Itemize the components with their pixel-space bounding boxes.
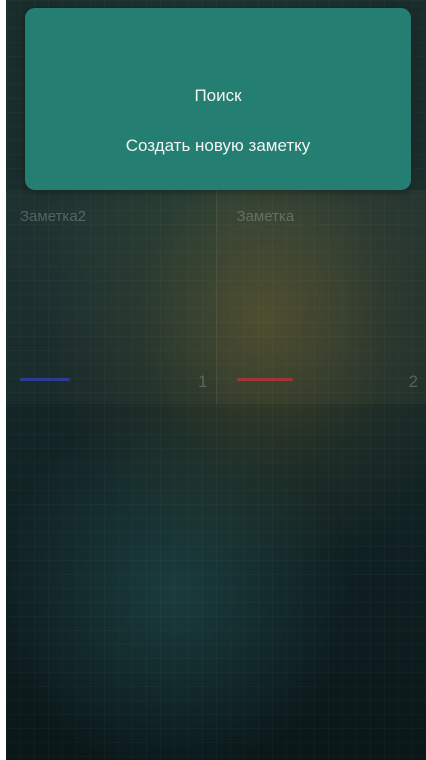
note-card[interactable]: Заметка2 1 — [6, 190, 216, 404]
note-card[interactable]: Заметка 2 — [215, 190, 426, 404]
note-number: 2 — [408, 372, 418, 391]
app-screen: Заметка2 1 Заметка 2 Поиск Создать новую… — [6, 0, 426, 760]
popup-menu: Поиск Создать новую заметку — [25, 8, 411, 190]
note-color-indicator — [236, 378, 293, 381]
menu-item-search[interactable]: Поиск — [25, 84, 411, 108]
note-number: 1 — [198, 372, 208, 391]
note-title: Заметка2 — [20, 208, 87, 225]
note-title: Заметка — [236, 208, 295, 225]
notes-grid: Заметка2 1 Заметка 2 — [6, 190, 426, 404]
menu-item-create-note[interactable]: Создать новую заметку — [25, 134, 411, 158]
note-color-indicator — [20, 378, 70, 381]
